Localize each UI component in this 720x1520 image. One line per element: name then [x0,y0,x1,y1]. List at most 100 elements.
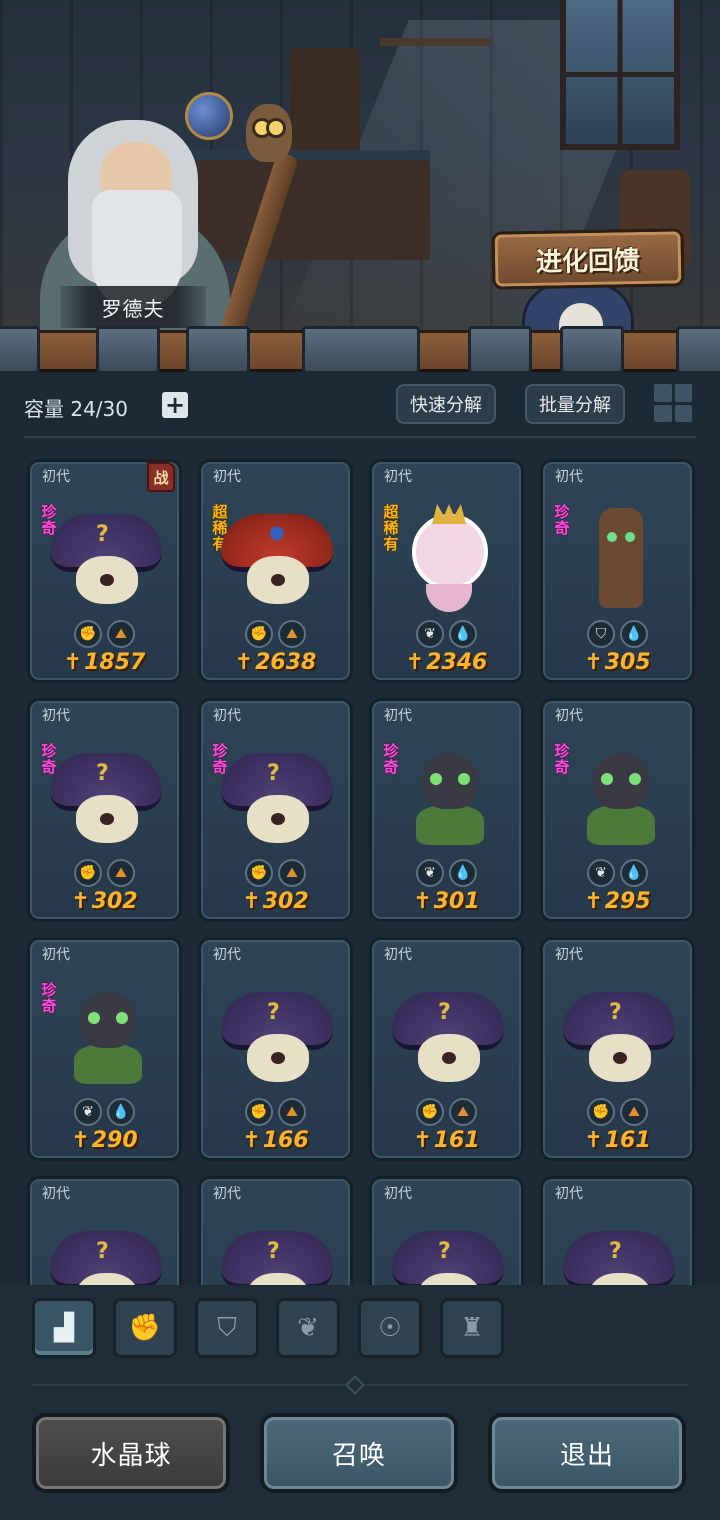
tower-icon: ♜ [460,1313,484,1343]
generation-label: 初代 [384,1186,412,1202]
filter-tab-shield[interactable]: ⛉ [195,1298,259,1358]
pet-card[interactable]: 初代 [198,1176,353,1285]
earth-icon: ⛰ [620,1098,648,1126]
monster-body [76,795,138,843]
dragon-monster [563,743,675,851]
pet-card[interactable]: 初代战珍奇✊⛰✝1857 [27,459,182,683]
power-value: 301 [433,889,480,914]
grid-view-icon[interactable] [654,384,692,422]
sprout-icon: ❦ [416,859,444,887]
combat-power: ✝161 [372,1128,521,1153]
pet-card[interactable]: 初代 珍奇 ❦ 💧 ✝301 [369,698,524,922]
element-types: ✊ ⛰ [245,859,306,887]
filter-tab-alien[interactable]: ☉ [358,1298,422,1358]
dragon-monster [50,982,162,1090]
study-room-scene: 罗德夫 进化回馈 [0,0,720,360]
pet-card[interactable]: 初代 [540,1176,695,1285]
generation-label: 初代 [213,1186,241,1202]
monster-body [247,1034,309,1082]
sprout-icon: ❦ [297,1313,319,1343]
element-types: ✊ ⛰ [74,620,135,648]
combat-power: ✝290 [30,1128,179,1153]
pet-card[interactable]: 初代珍奇✊⛰✝302 [198,698,353,922]
plus-icon[interactable]: + [162,392,188,418]
batch-decompose-button[interactable]: 批量分解 [525,384,625,424]
fist-icon: ✊ [74,620,102,648]
power-icon: ✝ [413,889,432,914]
generation-label: 初代 [384,947,412,963]
power-value: 302 [262,889,309,914]
shroom-monster [50,504,162,612]
power-value: 305 [604,650,651,675]
generation-label: 初代 [555,708,583,724]
tree-monster [563,504,675,612]
monster-body [589,1034,651,1082]
monster-body [412,514,488,590]
earth-icon: ⛰ [278,859,306,887]
power-value: 161 [433,1128,480,1153]
trim-stone [186,326,250,374]
generation-label: 初代 [42,947,70,963]
evolution-reward-button[interactable]: 进化回馈 [491,228,685,290]
combat-power: ✝301 [372,889,521,914]
power-icon: ✝ [584,889,603,914]
pet-card-grid: 初代战珍奇✊⛰✝1857初代超稀有✊⛰✝2638初代超稀有❦💧✝2346初代珍奇… [27,459,695,1285]
pet-card[interactable]: 初代 珍奇 ❦ 💧 ✝295 [540,698,695,922]
generation-label: 初代 [555,1186,583,1202]
npc-name-label: 罗德夫 [60,286,206,328]
pet-card[interactable]: 初代 [369,1176,524,1285]
element-types: ✊ ⛰ [74,859,135,887]
pet-card[interactable]: 初代 珍奇 ⛉ 💧 ✝305 [540,459,695,683]
shroom-monster [563,982,675,1090]
generation-label: 初代 [42,1186,70,1202]
water-drop-icon: 💧 [449,620,477,648]
shield-icon: ⛉ [587,620,615,648]
monster-leaves [416,805,484,845]
water-drop-icon: 💧 [620,859,648,887]
power-value: 295 [604,889,651,914]
generation-label: 初代 [555,947,583,963]
exit-button[interactable]: 退出 [488,1413,686,1493]
generation-label: 初代 [213,469,241,485]
quick-decompose-button[interactable]: 快速分解 [396,384,496,424]
divider [24,436,696,438]
crystal-ball-button[interactable]: 水晶球 [32,1413,230,1493]
crown-icon [432,504,466,524]
generation-label: 初代 [42,708,70,724]
element-types: ❦ 💧 [416,620,477,648]
pet-card[interactable]: 初代 [27,1176,182,1285]
filter-tab-fist[interactable]: ✊ [113,1298,177,1358]
element-types: ✊ ⛰ [416,1098,477,1126]
element-types: ✊ ⛰ [245,1098,306,1126]
power-icon: ✝ [584,650,603,675]
generation-label: 初代 [213,947,241,963]
fist-icon: ✊ [74,859,102,887]
combat-power: ✝305 [543,650,692,675]
fist-icon: ✊ [416,1098,444,1126]
trim-stone [302,326,420,374]
filter-tab-plant[interactable]: ❦ [276,1298,340,1358]
water-drop-icon: 💧 [449,859,477,887]
filter-tab-all[interactable]: ▟ [32,1298,96,1358]
earth-icon: ⛰ [449,1098,477,1126]
combat-power: ✝302 [201,889,350,914]
pet-card[interactable]: 初代 超稀有 ❦ 💧 ✝2346 [369,459,524,683]
pet-card[interactable]: 初代 珍奇 ❦ 💧 ✝290 [27,937,182,1161]
monster-body [76,556,138,604]
summon-button[interactable]: 召唤 [260,1413,458,1493]
shroom-monster [221,743,333,851]
all-blocks-icon: ▟ [54,1313,74,1343]
earth-icon: ⛰ [107,620,135,648]
filter-tab-tower[interactable]: ♜ [440,1298,504,1358]
pet-card[interactable]: 初代珍奇✊⛰✝302 [27,698,182,922]
pet-card[interactable]: 初代✊⛰✝161 [540,937,695,1161]
combat-power: ✝302 [30,889,179,914]
owl-monster [221,504,333,612]
pet-card[interactable]: 初代超稀有✊⛰✝2638 [198,459,353,683]
power-icon: ✝ [584,1128,603,1153]
monster-body [422,753,478,809]
pet-card[interactable]: 初代 ✊⛰✝161 [369,937,524,1161]
pet-card[interactable]: 初代✊⛰✝166 [198,937,353,1161]
fist-icon: ✊ [245,859,273,887]
trim-stone [0,326,40,374]
